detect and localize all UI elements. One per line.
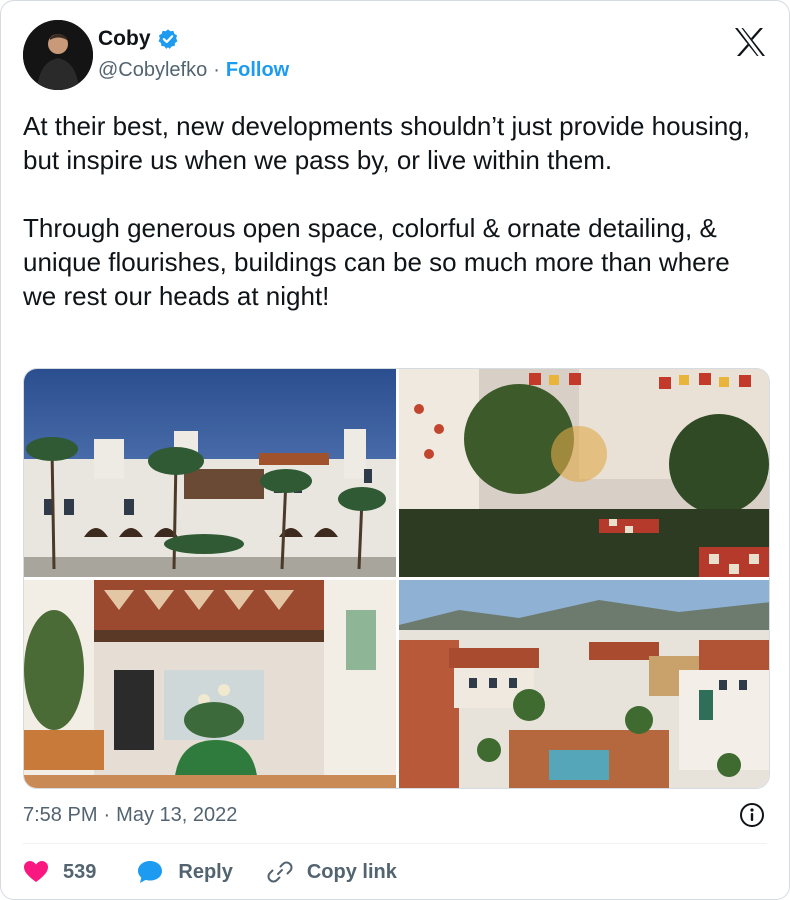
like-button[interactable]: 539 (23, 860, 96, 884)
reply-bubble-icon (136, 859, 164, 885)
tweet-date: May 13, 2022 (116, 804, 238, 826)
verified-badge-icon (157, 28, 179, 50)
follow-button[interactable]: Follow (226, 59, 289, 82)
x-logo-icon[interactable] (733, 27, 767, 57)
tweet-paragraph: Through generous open space, colorful & … (23, 213, 730, 311)
tweet-actions: 539 Reply Copy link (23, 859, 397, 885)
link-icon (267, 859, 293, 885)
author-name[interactable]: Coby (98, 27, 151, 51)
info-icon[interactable] (739, 802, 765, 828)
photo-courtyard-garden[interactable] (399, 369, 769, 577)
photo-aerial-courtyard[interactable] (399, 580, 769, 788)
tweet-paragraph: At their best, new developments shouldn’… (23, 111, 750, 175)
author-handle[interactable]: @Cobylefko (98, 59, 207, 82)
tweet-timestamp[interactable]: 7:58 PM · May 13, 2022 (23, 804, 237, 827)
reply-label: Reply (178, 860, 233, 883)
heart-icon (23, 860, 49, 884)
photo-building-dusk[interactable] (24, 369, 396, 577)
photo-archway-planter[interactable] (24, 580, 396, 788)
separator-dot: · (213, 59, 220, 81)
author-name-row: Coby (98, 27, 179, 51)
avatar[interactable] (23, 20, 93, 90)
author-handle-row: @Cobylefko · Follow (98, 59, 289, 82)
separator-dot: · (103, 804, 111, 826)
reply-button[interactable]: Reply (136, 859, 233, 885)
copy-link-label: Copy link (306, 860, 397, 883)
like-count: 539 (63, 860, 97, 883)
copy-link-button[interactable]: Copy link (267, 859, 397, 885)
divider (23, 843, 767, 844)
media-grid (23, 368, 770, 789)
tweet-text: At their best, new developments shouldn’… (23, 109, 763, 313)
tweet-card: Coby @Cobylefko · Follow At their best, … (0, 0, 790, 900)
tweet-time: 7:58 PM (23, 804, 98, 826)
